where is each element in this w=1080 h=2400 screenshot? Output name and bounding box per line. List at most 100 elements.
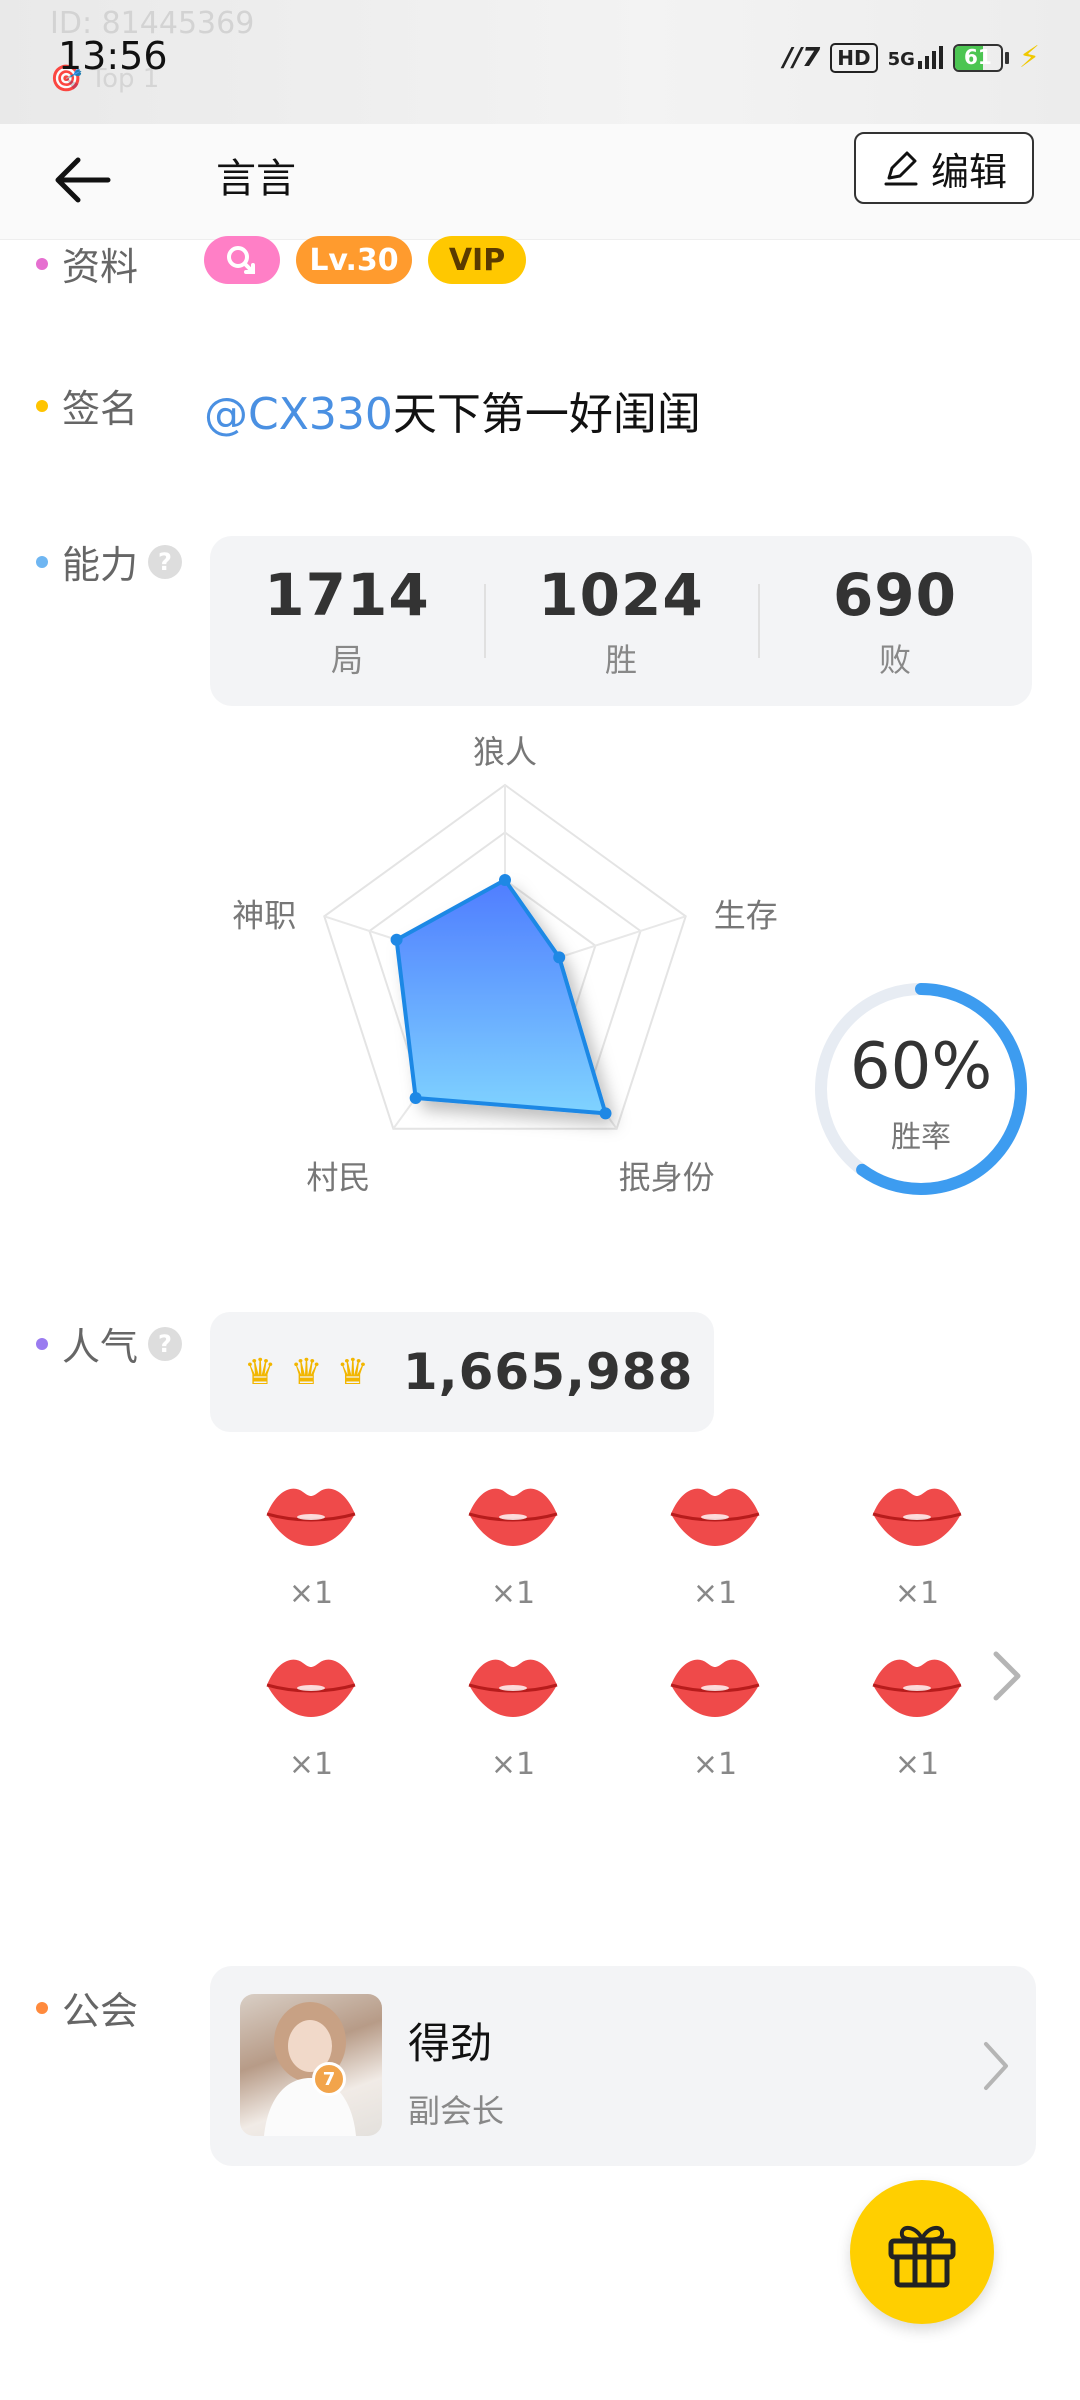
gift-item[interactable]: ×1 [614, 1651, 816, 1782]
ability-label-text: 能力 [62, 543, 139, 587]
guild-avatar [240, 1994, 382, 2136]
popularity-card: ♛ ♛ ♛ 1,665,988 [210, 1312, 714, 1432]
help-icon[interactable]: ? [148, 544, 183, 579]
lips-icon [468, 1488, 558, 1546]
gift-item[interactable]: ×1 [614, 1480, 816, 1611]
profile-badges: Lv.30 VIP [204, 236, 526, 284]
popularity-value: 1,665,988 [402, 1343, 694, 1401]
crown-icon: ♛ [290, 1351, 323, 1393]
stat-wins: 1024 胜 [484, 536, 758, 706]
popularity-section-label: 人气 ? [36, 1316, 183, 1371]
stat-value: 690 [832, 561, 958, 629]
gift-count: ×1 [288, 1747, 334, 1782]
gift-count: ×1 [894, 1747, 940, 1782]
status-icons: //7 HD 5G 61 ⚡ [783, 40, 1040, 75]
stat-value: 1024 [538, 561, 704, 629]
radar-point [553, 951, 566, 964]
lips-icon [266, 1659, 356, 1717]
popularity-label-text: 人气 [62, 1325, 139, 1369]
5g-label: 5G [887, 49, 915, 70]
gift-item[interactable]: ×1 [210, 1651, 412, 1782]
radar-point [390, 933, 403, 946]
gift-count: ×1 [288, 1576, 334, 1611]
signature-mention[interactable]: @CX330 [204, 389, 393, 440]
ability-radar-chart: 狼人生存抿身份 村民 神职 [232, 733, 778, 1197]
status-bar: ID: 81445369 🎯 Top 1 13:56 //7 HD 5G 61 … [0, 0, 1080, 124]
charging-icon: ⚡ [1018, 40, 1040, 75]
gift-item[interactable]: ×1 [210, 1480, 412, 1611]
popularity-dot [36, 1337, 48, 1350]
pencil-icon [884, 151, 918, 186]
gender-badge [204, 236, 280, 284]
edit-button[interactable]: 编辑 [854, 132, 1034, 204]
lips-icon [872, 1488, 962, 1546]
radar-axis-label: 神职 [232, 896, 296, 934]
guild-card[interactable]: 7 得劲 副会长 [210, 1966, 1036, 2166]
gift-count: ×1 [692, 1576, 738, 1611]
hd-icon: HD [830, 42, 878, 73]
stat-label: 胜 [604, 641, 637, 679]
win-rate-value: 60% [849, 1030, 993, 1104]
stat-label: 败 [878, 641, 911, 679]
gift-item[interactable]: ×1 [816, 1480, 1018, 1611]
profile-dot [36, 257, 48, 270]
guild-label-text: 公会 [62, 1989, 139, 2033]
guild-role: 副会长 [408, 2092, 505, 2130]
level-badge: Lv.30 [296, 236, 412, 284]
game-stats: 1714 局 1024 胜 690 败 [210, 536, 1032, 706]
gift-count: ×1 [490, 1747, 536, 1782]
help-icon[interactable]: ? [148, 1326, 183, 1361]
ability-dot [36, 555, 48, 568]
signature-dot [36, 399, 48, 412]
gift-count: ×1 [490, 1576, 536, 1611]
chevron-right-icon[interactable] [990, 1648, 1024, 1704]
radar-area [394, 877, 609, 1116]
radar-point [599, 1107, 612, 1120]
radar-axis-label: 村民 [306, 1159, 370, 1197]
vip-badge: VIP [428, 236, 526, 284]
radar-point [409, 1091, 422, 1104]
signature-label-text: 签名 [62, 387, 139, 431]
stat-value: 1714 [264, 561, 430, 629]
chevron-right-icon [984, 2042, 1008, 2090]
back-arrow-icon[interactable] [48, 144, 120, 216]
stat-games: 1714 局 [210, 536, 484, 706]
radar-axis-label: 狼人 [473, 733, 537, 771]
signature-body: 天下第一好闺闺 [392, 389, 701, 440]
guild-section-label: 公会 [36, 1980, 138, 2035]
lips-icon [872, 1659, 962, 1717]
gift-grid: ×1 ×1 ×1 ×1 ×1 ×1 ×1 ×1 [210, 1480, 1010, 1782]
win-rate-label: 胜率 [891, 1120, 951, 1155]
profile-section-label: 资料 [36, 236, 138, 291]
top-bar: 言言 编辑 [0, 124, 1080, 240]
status-time: 13:56 [58, 34, 168, 78]
radar-axis-label: 抿身份 [619, 1159, 715, 1197]
crown-icon: ♛ [244, 1351, 277, 1393]
radar-axis-label: 生存 [714, 896, 778, 934]
edit-label: 编辑 [930, 149, 1007, 194]
guild-level-badge: 7 [312, 2062, 346, 2096]
ability-section-label: 能力 ? [36, 534, 183, 589]
lips-icon [266, 1488, 356, 1546]
battery-icon: 61 [952, 43, 1009, 72]
female-icon [227, 246, 255, 274]
gift-button[interactable] [850, 2180, 994, 2324]
battery-level: 61 [964, 44, 992, 69]
guild-dot [36, 2001, 48, 2014]
gift-item[interactable]: ×1 [412, 1480, 614, 1611]
lips-icon [670, 1659, 760, 1717]
gift-item[interactable]: ×1 [816, 1651, 1018, 1782]
crown-icon: ♛ [336, 1351, 369, 1393]
gift-item[interactable]: ×1 [412, 1651, 614, 1782]
gift-box-icon [888, 2226, 956, 2288]
profile-label-text: 资料 [62, 245, 139, 289]
signal-icon: 5G [888, 46, 943, 69]
signature-text: @CX330天下第一好闺闺 [204, 378, 701, 442]
radar-point [499, 874, 511, 886]
guild-name: 得劲 [408, 2019, 493, 2068]
wifi-icon: //7 [783, 42, 821, 73]
lips-icon [468, 1659, 558, 1717]
page-title: 言言 [216, 156, 296, 202]
signature-section-label: 签名 [36, 378, 138, 433]
stat-losses: 690 败 [758, 536, 1032, 706]
